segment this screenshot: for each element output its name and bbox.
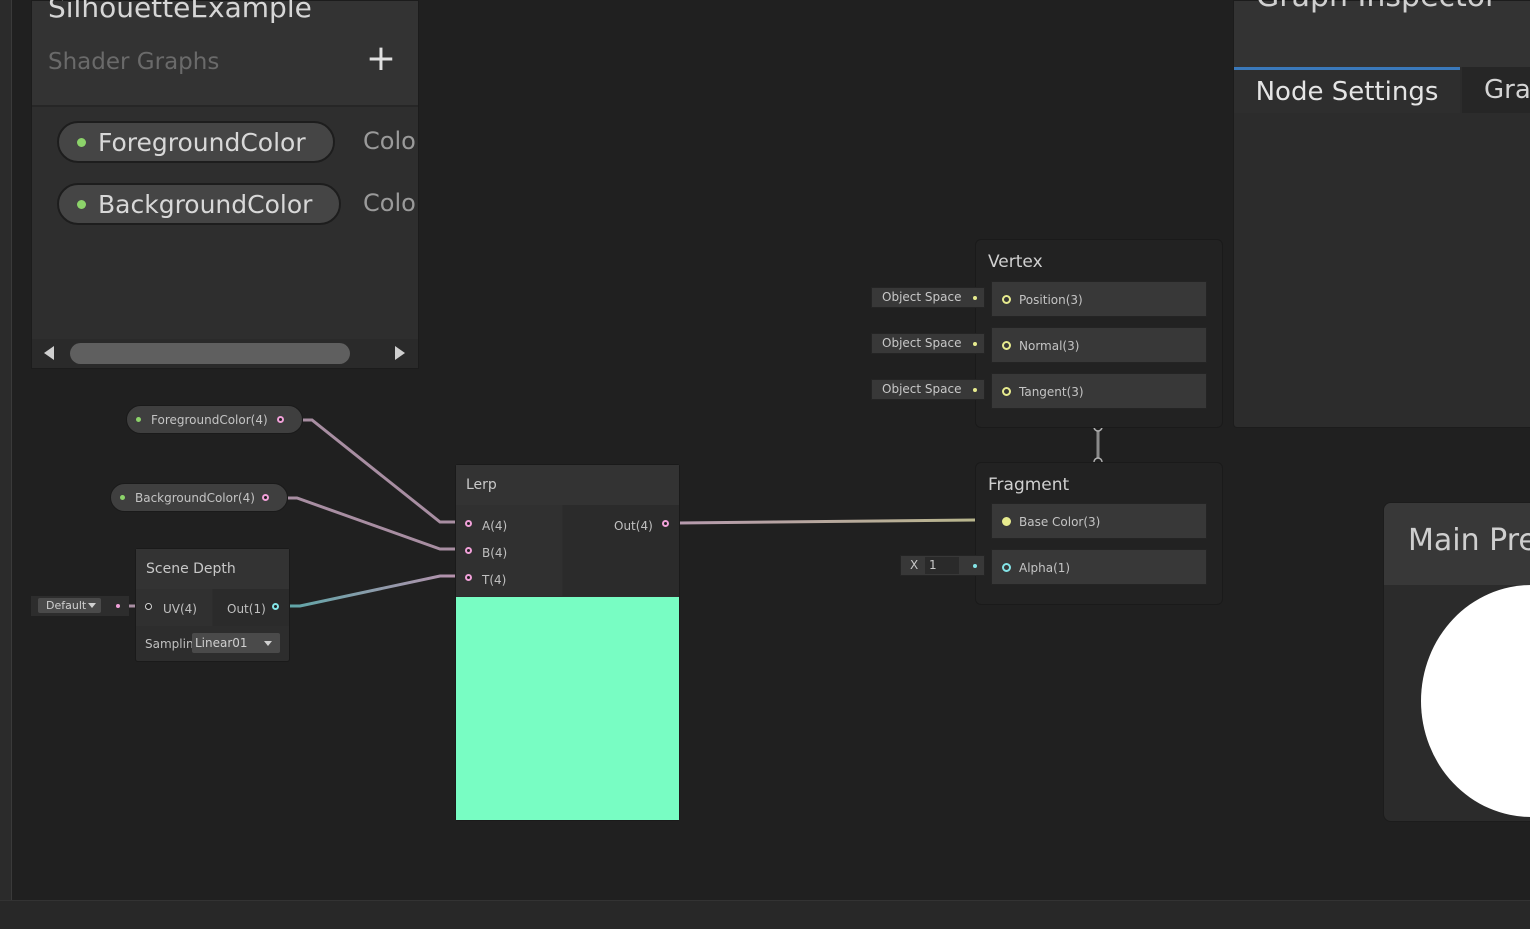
alpha-label: Alpha(1): [1019, 561, 1071, 575]
inspector-title: Graph Inspector: [1256, 0, 1498, 14]
lerp-out-label: Out(4): [614, 519, 653, 533]
graph-inspector-panel: Graph Inspector Node Settings Gra: [1233, 0, 1530, 428]
base-color-port[interactable]: [1002, 517, 1011, 526]
property-node-label: ForegroundColor(4): [151, 412, 268, 427]
scrollbar-thumb[interactable]: [70, 343, 350, 364]
inspector-header: Graph Inspector: [1234, 0, 1530, 67]
tab-node-settings[interactable]: Node Settings: [1234, 67, 1460, 113]
scroll-left-arrow-icon[interactable]: [44, 346, 54, 360]
property-dot-icon: [77, 199, 86, 209]
lerp-node[interactable]: Lerp A(4) B(4) T(4) Out(4): [455, 464, 680, 821]
property-name: ForegroundColor: [98, 127, 306, 157]
position-slot[interactable]: Position(3): [991, 281, 1207, 317]
alpha-value-input[interactable]: X 1: [900, 555, 985, 576]
normal-space-input[interactable]: Object Space: [871, 333, 985, 354]
lerp-t-label: T(4): [482, 573, 507, 587]
preview-sphere[interactable]: [1421, 585, 1530, 817]
lerp-a-label: A(4): [482, 519, 508, 533]
tangent-label: Tangent(3): [1019, 385, 1084, 399]
property-node-background[interactable]: BackgroundColor(4): [110, 483, 288, 512]
normal-port[interactable]: [1002, 341, 1011, 350]
normal-label: Normal(3): [1019, 339, 1080, 353]
property-name: BackgroundColor: [98, 189, 313, 219]
alpha-slot[interactable]: Alpha(1): [991, 549, 1207, 585]
plus-icon[interactable]: +: [365, 39, 397, 79]
blackboard-subtitle: Shader Graphs: [48, 49, 220, 75]
bottom-status-bar: [0, 900, 1530, 929]
main-preview-title: Main Pre: [1408, 523, 1530, 558]
main-preview-header: Main Pre: [1384, 503, 1530, 585]
edge-background-to-b: [288, 496, 455, 551]
tangent-space-input[interactable]: Object Space: [871, 379, 985, 400]
chevron-down-icon: [264, 641, 272, 646]
lerp-out-port[interactable]: [662, 520, 669, 527]
tab-graph-settings[interactable]: Gra: [1462, 67, 1530, 113]
uv-default-input[interactable]: Default: [31, 596, 129, 616]
vertex-context[interactable]: Vertex Position(3) Normal(3) Tangent(3): [975, 239, 1223, 428]
lerp-a-port[interactable]: [465, 520, 472, 527]
base-color-label: Base Color(3): [1019, 515, 1101, 529]
position-space-input[interactable]: Object Space: [871, 287, 985, 308]
tangent-space-value: Object Space: [882, 382, 962, 396]
normal-space-value: Object Space: [882, 336, 962, 350]
property-type: Colo: [363, 189, 416, 217]
position-port[interactable]: [1002, 295, 1011, 304]
depth-out-port[interactable]: [272, 603, 279, 610]
property-node-foreground[interactable]: ForegroundColor(4): [126, 405, 303, 434]
position-space-value: Object Space: [882, 290, 962, 304]
property-out-port[interactable]: [262, 494, 269, 501]
alpha-port[interactable]: [1002, 563, 1011, 572]
lerp-b-port[interactable]: [465, 547, 472, 554]
property-foreground-color[interactable]: ForegroundColor: [57, 121, 335, 163]
depth-out-label: Out(1): [227, 602, 266, 616]
alpha-value-field[interactable]: 1: [925, 557, 959, 574]
normal-slot[interactable]: Normal(3): [991, 327, 1207, 363]
edge-depth-to-t: [289, 574, 455, 608]
property-out-port[interactable]: [277, 416, 284, 423]
property-node-label: BackgroundColor(4): [135, 490, 255, 505]
sampling-dropdown[interactable]: Linear01: [192, 633, 280, 653]
vertex-title: Vertex: [988, 252, 1043, 272]
lerp-title: Lerp: [466, 477, 497, 493]
fragment-context[interactable]: Fragment Base Color(3) Alpha(1): [975, 462, 1223, 605]
normal-space-port: [973, 342, 977, 346]
lerp-t-port[interactable]: [465, 574, 472, 581]
alpha-axis-label: X: [910, 558, 919, 572]
scroll-right-arrow-icon[interactable]: [395, 346, 405, 360]
main-preview-panel: Main Pre: [1383, 502, 1530, 822]
property-dot-icon: [77, 137, 86, 147]
sampling-value: Linear01: [195, 636, 248, 650]
property-dot-icon: [120, 495, 125, 500]
property-dot-icon: [136, 417, 141, 422]
base-color-slot[interactable]: Base Color(3): [991, 503, 1207, 539]
tangent-port[interactable]: [1002, 387, 1011, 396]
property-type: Colo: [363, 127, 416, 155]
position-space-port: [973, 296, 977, 300]
lerp-preview: [456, 597, 679, 820]
chevron-down-icon: [88, 603, 96, 608]
tangent-slot[interactable]: Tangent(3): [991, 373, 1207, 409]
horizontal-scrollbar[interactable]: [32, 339, 418, 368]
sampling-label: Samplin: [145, 637, 194, 651]
property-background-color[interactable]: BackgroundColor: [57, 183, 341, 225]
scene-depth-title: Scene Depth: [146, 561, 236, 577]
lerp-b-label: B(4): [482, 546, 508, 560]
uv-port-label: UV(4): [163, 602, 197, 616]
tangent-space-port: [973, 388, 977, 392]
blackboard-title: SilhouetteExample: [48, 0, 312, 24]
position-label: Position(3): [1019, 293, 1083, 307]
fragment-title: Fragment: [988, 475, 1070, 495]
edge-lerp-to-basecolor: [677, 518, 992, 525]
uv-default-dropdown[interactable]: Default: [38, 598, 101, 613]
blackboard-panel: SilhouetteExample Shader Graphs + Foregr…: [31, 0, 419, 369]
alpha-input-port: [973, 564, 977, 568]
blackboard-header: SilhouetteExample Shader Graphs +: [32, 0, 418, 107]
uv-in-port[interactable]: [145, 603, 152, 610]
scene-depth-node[interactable]: Scene Depth UV(4) Out(1) Samplin Linear0…: [135, 548, 290, 662]
uv-default-port: [116, 604, 120, 608]
uv-default-value: Default: [46, 599, 87, 612]
